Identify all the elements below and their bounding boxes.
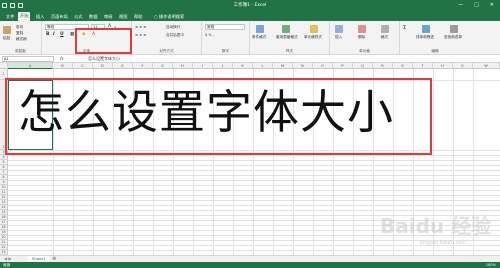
- format-as-table-button[interactable]: 套用表格格式: [276, 35, 298, 40]
- tab-formulas[interactable]: 公式: [72, 13, 84, 21]
- tab-insert[interactable]: 插入: [34, 13, 46, 21]
- grid-line: [8, 180, 500, 181]
- delete-cells-button[interactable]: 删除: [358, 35, 365, 40]
- window-controls: — □ ✕: [458, 2, 494, 8]
- grid-line: [8, 185, 500, 186]
- formula-bar: A1 fx 怎么设置字体大小: [0, 55, 500, 63]
- watermark-url: jingyan.baidu.com: [420, 240, 467, 246]
- wrap-text-button[interactable]: 自动换行: [166, 25, 180, 30]
- editing-label: 编辑: [431, 49, 439, 53]
- clipboard-group: 粘贴 剪切 复制 格式刷 剪贴板: [0, 21, 42, 55]
- border-icon[interactable]: ▦: [70, 32, 74, 37]
- cell-styles-icon: [310, 25, 318, 33]
- status-text: 就绪: [3, 263, 11, 267]
- styles-group: 条件格式 套用表格格式 单元格样式 样式: [250, 21, 330, 55]
- fx-icon[interactable]: fx: [60, 56, 64, 61]
- grid-line: [8, 250, 500, 251]
- grid-line: [8, 175, 500, 176]
- name-box[interactable]: A1: [2, 56, 54, 62]
- bold-button[interactable]: B: [46, 32, 49, 37]
- zoom-level[interactable]: 100%: [486, 262, 496, 268]
- sheet-nav-arrows[interactable]: ◀ ▶: [4, 256, 11, 261]
- copy-button[interactable]: 复制: [16, 31, 23, 36]
- italic-button[interactable]: I: [53, 32, 55, 37]
- number-label: 数字: [221, 49, 230, 53]
- status-bar: 就绪 100%: [0, 262, 500, 268]
- cell-styles-button[interactable]: 单元格样式: [304, 35, 322, 40]
- close-button[interactable]: ✕: [490, 2, 494, 8]
- tab-home[interactable]: 开始: [18, 12, 31, 21]
- paste-icon: [3, 26, 11, 34]
- styles-label: 样式: [285, 49, 294, 53]
- sort-filter-button[interactable]: 排序和筛选: [416, 35, 434, 40]
- tab-review[interactable]: 审阅: [102, 13, 114, 21]
- underline-button[interactable]: U: [60, 32, 64, 37]
- tab-view[interactable]: 视图: [117, 13, 129, 21]
- grid-line: [8, 160, 500, 161]
- clipboard-label: 剪贴板: [15, 49, 26, 53]
- format-cells-button[interactable]: 格式: [381, 35, 388, 40]
- editing-group: Σ 排序和筛选 查找和选择 编辑: [400, 21, 470, 55]
- insert-cells-button[interactable]: 插入: [335, 35, 342, 40]
- maximize-button[interactable]: □: [474, 2, 479, 8]
- cut-button[interactable]: 剪切: [16, 25, 23, 30]
- watermark-logo: Baidu 经验: [380, 214, 492, 238]
- number-format-select[interactable]: 常规: [205, 24, 245, 30]
- alignment-group: ≡ ≡ ≡ ≡ ≡ ≡ 自动换行 合并后居中 对齐方式: [132, 21, 202, 55]
- sort-filter-icon: [422, 25, 430, 33]
- tell-me-search[interactable]: ○ 操作说明搜索: [152, 13, 186, 21]
- conditional-format-button[interactable]: 条件格式: [252, 35, 266, 40]
- grid-line: [8, 170, 500, 171]
- format-cells-icon: [381, 25, 389, 33]
- grid-line: [8, 200, 500, 201]
- grid-line: [8, 165, 500, 166]
- merge-center-button[interactable]: 合并后居中: [166, 33, 184, 38]
- paste-button[interactable]: 粘贴: [3, 36, 10, 41]
- highlight-font-group: [75, 28, 132, 54]
- tab-data[interactable]: 数据: [87, 13, 99, 21]
- conditional-format-icon: [256, 25, 264, 33]
- minimize-button[interactable]: —: [458, 2, 463, 8]
- align-top-icon[interactable]: ≡ ≡ ≡: [135, 25, 146, 29]
- insert-cells-icon: [335, 25, 343, 33]
- align-left-icon[interactable]: ≡ ≡ ≡: [135, 33, 146, 37]
- find-select-button[interactable]: 查找和选择: [444, 35, 462, 40]
- cells-label: 单元格: [359, 49, 370, 53]
- formula-input[interactable]: 怎么设置字体大小: [88, 56, 120, 61]
- tab-page-layout[interactable]: 页面布局: [49, 13, 70, 21]
- format-as-table-icon: [282, 25, 290, 33]
- grid-line: [8, 155, 500, 156]
- sheet-tab-bar: ◀ ▶ Sheet1 ⊕: [0, 255, 500, 263]
- ribbon-tabs: 文件 开始 插入 页面布局 公式 数据 审阅 视图 帮助 ○ 操作说明搜索: [0, 11, 500, 21]
- tab-file[interactable]: 文件: [4, 13, 16, 21]
- window-title: 工作簿1 - Excel: [233, 3, 267, 8]
- currency-icon[interactable]: $ % ,: [205, 33, 214, 37]
- grid-line: [8, 190, 500, 191]
- tab-help[interactable]: 帮助: [132, 13, 144, 21]
- highlight-cell-text: [5, 78, 432, 155]
- grid-line: [8, 195, 500, 196]
- autosum-icon[interactable]: Σ: [403, 25, 406, 31]
- cells-group: 插入 删除 格式 单元格: [330, 21, 400, 55]
- alignment-label: 对齐方式: [159, 49, 174, 53]
- title-bar: 工作簿1 - Excel — □ ✕: [0, 0, 500, 11]
- number-group: 常规 $ % , 数字: [202, 21, 250, 55]
- find-select-icon: [450, 25, 458, 33]
- grid-line: [8, 205, 500, 206]
- delete-cells-icon: [358, 25, 366, 33]
- format-painter-button[interactable]: 格式刷: [16, 37, 27, 42]
